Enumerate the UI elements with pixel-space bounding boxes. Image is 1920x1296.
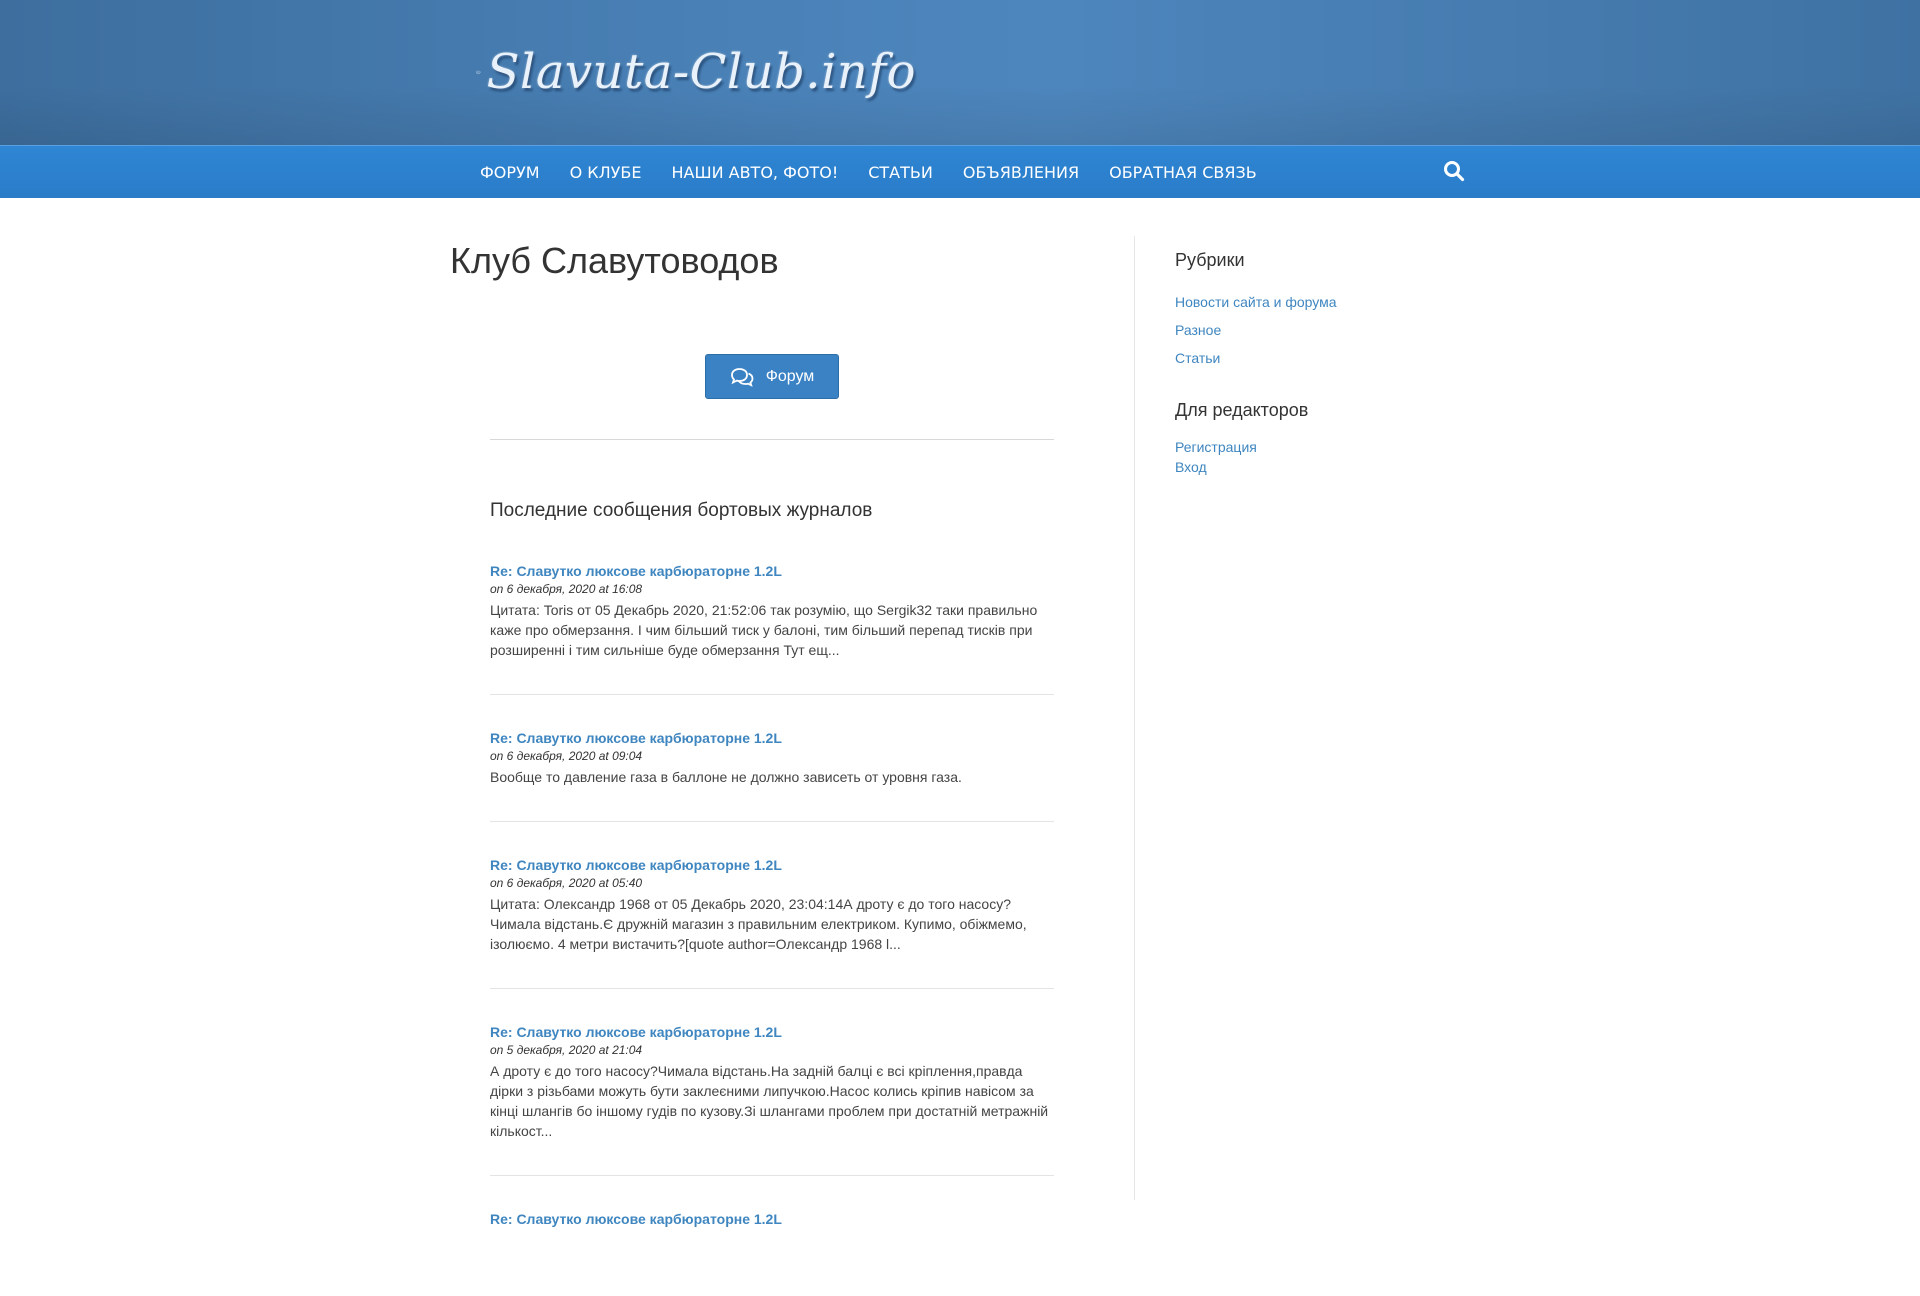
site-header: Slavuta-Club.info [0,0,1920,145]
recent-posts-list: Re: Славутко люксове карбюраторне 1.2L o… [490,562,1054,1296]
post-date: on 6 декабря, 2020 at 05:40 [490,876,643,890]
post-excerpt: А дроту є до того насосу?Чимала відстань… [490,1063,1049,1139]
register-link[interactable]: Регистрация [1175,437,1475,457]
post-title-link[interactable]: Re: Славутко люксове карбюраторне 1.2L [490,562,1054,580]
post-title-link[interactable]: Re: Славутко люксове карбюраторне 1.2L [490,856,1054,874]
editors-links-list: Регистрация Вход [1175,437,1475,477]
nav-item-forum[interactable]: Форум [465,163,555,182]
category-link-articles[interactable]: Статьи [1175,344,1475,372]
sidebar: Рубрики Новости сайта и форума Разное Ст… [1175,236,1475,477]
nav-item-feedback[interactable]: Обратная связь [1094,163,1272,182]
post-excerpt: Цитата: Олександр 1968 от 05 Декабрь 202… [490,896,1027,952]
nav-item-ads[interactable]: Объявления [948,163,1094,182]
editors-widget-title: Для редакторов [1175,400,1309,420]
logo-swoosh-icon [476,70,481,74]
post-date: on 5 декабря, 2020 at 21:04 [490,1043,643,1057]
post-date: on 6 декабря, 2020 at 16:08 [490,582,643,596]
page-title: Клуб Славутоводов [450,240,779,281]
forum-button[interactable]: Форум [705,354,839,399]
post-title-link[interactable]: Re: Славутко люксове карбюраторне 1.2L [490,729,1054,747]
categories-list: Новости сайта и форума Разное Статьи [1175,288,1475,372]
post-item: Re: Славутко люксове карбюраторне 1.2L o… [490,856,1054,989]
post-excerpt: Вообще то давление газа в баллоне не дол… [490,769,962,785]
sidebar-divider [1134,236,1135,1200]
categories-widget-title: Рубрики [1175,250,1245,270]
category-link-news[interactable]: Новости сайта и форума [1175,288,1475,316]
post-item: Re: Славутко люксове карбюраторне 1.2L o… [490,562,1054,695]
category-link-misc[interactable]: Разное [1175,316,1475,344]
post-excerpt: Цитата: Toris от 05 Декабрь 2020, 21:52:… [490,602,1038,658]
nav-menu: Форум О клубе Наши авто, фото! Статьи Об… [465,146,1272,199]
logo-text: Slavuta-Club.info [486,44,916,100]
content-divider [490,439,1054,440]
post-item: Re: Славутко люксове карбюраторне 1.2L o… [490,729,1054,822]
nav-item-our-cars[interactable]: Наши авто, фото! [656,163,853,182]
nav-item-about[interactable]: О клубе [555,163,657,182]
post-title-link[interactable]: Re: Славутко люксове карбюраторне 1.2L [490,1210,1054,1228]
main-navbar: Форум О клубе Наши авто, фото! Статьи Об… [0,145,1920,198]
post-title-link[interactable]: Re: Славутко люксове карбюраторне 1.2L [490,1023,1054,1041]
post-item: Re: Славутко люксове карбюраторне 1.2L o… [490,1023,1054,1176]
recent-posts-title: Последние сообщения бортовых журналов [490,500,873,521]
post-date: on 6 декабря, 2020 at 09:04 [490,749,643,763]
login-link[interactable]: Вход [1175,457,1475,477]
nav-item-articles[interactable]: Статьи [853,163,948,182]
chat-bubbles-icon [730,367,754,387]
post-item: Re: Славутко люксове карбюраторне 1.2L [490,1210,1054,1262]
search-icon[interactable] [1443,160,1465,182]
site-logo[interactable]: Slavuta-Club.info [476,32,916,112]
forum-button-label: Форум [765,367,815,385]
